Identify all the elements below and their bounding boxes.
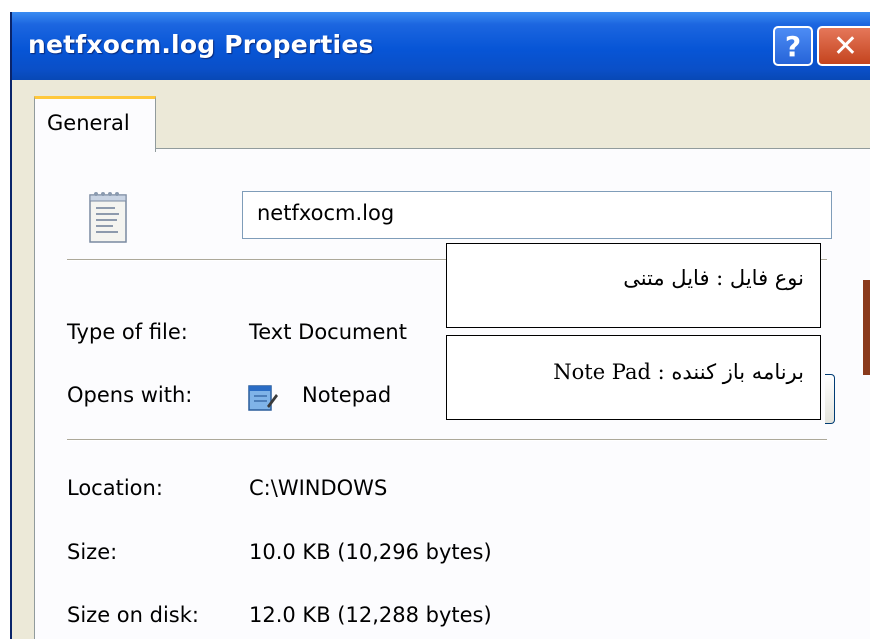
size-on-disk-value: 12.0 KB (12,288 bytes) bbox=[249, 603, 492, 627]
change-button[interactable] bbox=[825, 374, 835, 424]
type-of-file-value: Text Document bbox=[249, 320, 407, 344]
side-edge-mark bbox=[863, 280, 870, 375]
file-name-field[interactable]: netfxocm.log bbox=[242, 191, 832, 239]
close-button[interactable]: ✕ bbox=[817, 26, 870, 66]
file-type-annotation: نوع فایل : فایل متنی bbox=[446, 243, 821, 328]
notepad-icon bbox=[245, 380, 279, 418]
location-value: C:\WINDOWS bbox=[249, 476, 388, 500]
opens-with-value: Notepad bbox=[302, 383, 392, 407]
tab-general[interactable]: General bbox=[34, 96, 156, 152]
opens-with-label: Opens with: bbox=[67, 383, 193, 407]
help-button[interactable]: ? bbox=[773, 26, 813, 66]
size-on-disk-label: Size on disk: bbox=[67, 603, 199, 627]
text-document-icon bbox=[87, 189, 131, 249]
location-label: Location: bbox=[67, 476, 163, 500]
title-bar[interactable]: netfxocm.log Properties ? ✕ bbox=[12, 12, 870, 80]
opens-with-annotation: برنامه باز کننده : Note Pad bbox=[446, 335, 821, 420]
separator bbox=[67, 439, 827, 441]
window-title: netfxocm.log Properties bbox=[28, 30, 374, 59]
type-of-file-label: Type of file: bbox=[67, 320, 188, 344]
tab-general-label: General bbox=[47, 111, 130, 135]
size-label: Size: bbox=[67, 540, 118, 564]
size-value: 10.0 KB (10,296 bytes) bbox=[249, 540, 492, 564]
